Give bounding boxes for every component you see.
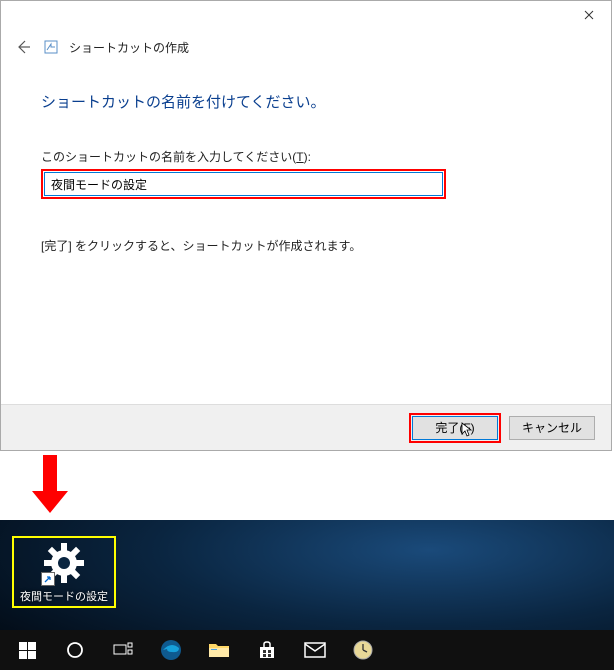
dialog-title: ショートカットの作成 <box>69 39 189 56</box>
finish-button[interactable]: 完了(F) <box>412 416 498 440</box>
cortana-circle-icon <box>66 641 84 659</box>
hint-text: [完了] をクリックすると、ショートカットが作成されます。 <box>41 237 571 254</box>
dialog-content: ショートカットの名前を付けてください。 このショートカットの名前を入力してくださ… <box>1 91 611 254</box>
shortcut-wizard-icon <box>43 39 59 55</box>
task-view-icon <box>113 642 133 658</box>
close-icon <box>584 10 594 20</box>
taskbar-mail[interactable] <box>292 630 338 670</box>
shortcut-name-input[interactable] <box>44 172 443 196</box>
taskbar-store[interactable] <box>244 630 290 670</box>
desktop-shortcut[interactable]: 夜間モードの設定 <box>12 536 116 608</box>
windows-logo-icon <box>19 642 36 659</box>
taskbar <box>0 630 614 670</box>
desktop-shortcut-label: 夜間モードの設定 <box>20 588 108 604</box>
input-label: このショートカットの名前を入力してください(T): <box>41 148 571 165</box>
cancel-button[interactable]: キャンセル <box>509 416 595 440</box>
store-icon <box>257 640 277 660</box>
folder-icon <box>208 641 230 659</box>
button-bar: 完了(F) キャンセル <box>1 404 611 450</box>
label-prefix: このショートカットの名前を入力してください( <box>41 150 296 164</box>
edge-icon <box>160 639 182 661</box>
annotation-arrow-down-icon <box>30 455 70 515</box>
main-heading: ショートカットの名前を付けてください。 <box>41 91 571 112</box>
shortcut-arrow-overlay-icon <box>41 572 55 586</box>
close-button[interactable] <box>566 1 611 29</box>
title-bar <box>1 1 611 29</box>
input-annotation-highlight <box>41 169 446 199</box>
mail-icon <box>304 642 326 658</box>
taskbar-edge[interactable] <box>148 630 194 670</box>
desktop-preview: 夜間モードの設定 <box>0 520 614 670</box>
label-suffix: ): <box>304 150 311 164</box>
dialog-header: ショートカットの作成 <box>1 29 611 71</box>
taskbar-clock[interactable] <box>340 630 386 670</box>
clock-icon <box>353 640 373 660</box>
cortana-button[interactable] <box>52 630 98 670</box>
cancel-button-label: キャンセル <box>522 421 582 435</box>
create-shortcut-dialog: ショートカットの作成 ショートカットの名前を付けてください。 このショートカット… <box>0 0 612 451</box>
taskbar-file-explorer[interactable] <box>196 630 242 670</box>
start-button[interactable] <box>4 630 50 670</box>
finish-button-label: 完了(F) <box>435 421 474 435</box>
arrow-left-icon <box>15 39 31 55</box>
finish-annotation-highlight: 完了(F) <box>409 413 501 443</box>
task-view-button[interactable] <box>100 630 146 670</box>
settings-gear-icon <box>43 542 85 584</box>
label-accel: T <box>296 150 303 164</box>
back-button[interactable] <box>13 37 33 57</box>
